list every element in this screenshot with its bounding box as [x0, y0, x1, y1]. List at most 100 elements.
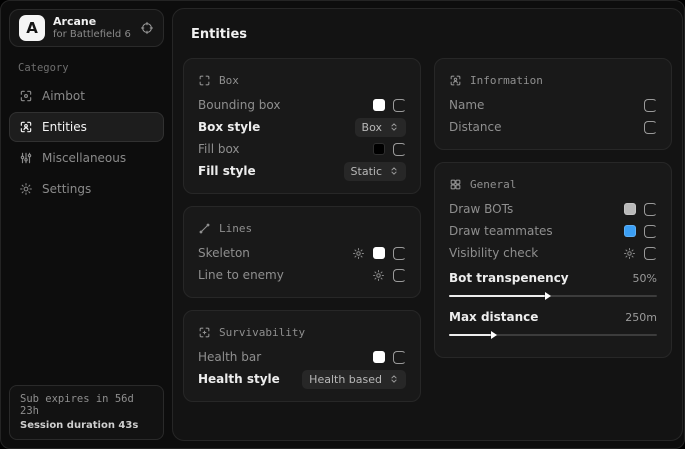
setting-row-bounding-box: Bounding box: [198, 94, 406, 116]
distance-checkbox[interactable]: [644, 121, 657, 134]
sub-expiry-text: Sub expires in 56d 23h: [20, 393, 153, 417]
setting-label: Fill style: [198, 164, 256, 178]
setting-row-fill-style: Fill style Static: [198, 160, 406, 182]
box-card: Box Bounding box Box style Box: [183, 58, 421, 194]
sidebar-item-label: Miscellaneous: [42, 151, 126, 165]
setting-row-box-style: Box style Box: [198, 116, 406, 138]
sidebar-item-entities[interactable]: Entities: [9, 112, 164, 142]
setting-row-health-style: Health style Health based: [198, 368, 406, 390]
setting-label: Bounding box: [198, 98, 280, 112]
slider-value: 250m: [625, 311, 657, 324]
setting-row-draw-teammates: Draw teammates: [449, 220, 657, 242]
setting-label: Health bar: [198, 350, 261, 364]
app-window: A Arcane for Battlefield 6 Category Aimb…: [0, 0, 685, 449]
setting-label: Box style: [198, 120, 260, 134]
survivability-card-title: Survivability: [219, 326, 305, 339]
color-swatch[interactable]: [373, 99, 385, 111]
information-card-header: Information: [449, 68, 657, 92]
general-card: General Draw BOTs Draw teammates: [434, 162, 672, 358]
setting-label: Draw teammates: [449, 224, 553, 238]
setting-row-draw-bots: Draw BOTs: [449, 198, 657, 220]
draw-teammates-checkbox[interactable]: [644, 225, 657, 238]
health-bar-checkbox[interactable]: [393, 351, 406, 364]
health-style-dropdown[interactable]: Health based: [302, 370, 406, 389]
max-distance-group: Max distance 250m: [449, 307, 657, 336]
crosshair-icon: [19, 89, 33, 103]
lines-card-title: Lines: [219, 222, 252, 235]
survivability-card: Survivability Health bar Health style: [183, 310, 421, 402]
setting-row-visibility-check: Visibility check: [449, 242, 657, 264]
lines-card-header: Lines: [198, 216, 406, 240]
general-card-header: General: [449, 172, 657, 196]
setting-label: Visibility check: [449, 246, 538, 260]
dropdown-value: Health based: [309, 373, 382, 386]
bot-transparency-slider[interactable]: [449, 295, 657, 297]
visibility-check-checkbox[interactable]: [644, 247, 657, 260]
sidebar-item-settings[interactable]: Settings: [9, 174, 164, 204]
setting-row-line-to-enemy: Line to enemy: [198, 264, 406, 286]
setting-row-name: Name: [449, 94, 657, 116]
target-icon[interactable]: [140, 21, 154, 35]
color-swatch[interactable]: [624, 225, 636, 237]
sliders-icon: [19, 151, 33, 165]
slider-fill: [449, 334, 491, 336]
setting-label: Name: [449, 98, 484, 112]
line-to-enemy-checkbox[interactable]: [393, 269, 406, 282]
information-card: Information Name Distance: [434, 58, 672, 150]
general-card-title: General: [470, 178, 516, 191]
gear-icon: [19, 182, 33, 196]
color-swatch[interactable]: [373, 143, 385, 155]
slider-label: Bot transpenency: [449, 271, 569, 285]
color-swatch[interactable]: [624, 203, 636, 215]
fill-box-checkbox[interactable]: [393, 143, 406, 156]
chevrons-up-down-icon: [389, 374, 399, 384]
information-card-title: Information: [470, 74, 543, 87]
draw-bots-checkbox[interactable]: [644, 203, 657, 216]
setting-row-distance: Distance: [449, 116, 657, 138]
sidebar-item-miscellaneous[interactable]: Miscellaneous: [9, 143, 164, 173]
setting-label: Distance: [449, 120, 501, 134]
setting-label: Line to enemy: [198, 268, 284, 282]
category-label: Category: [18, 62, 164, 74]
app-title-block: Arcane for Battlefield 6: [53, 15, 131, 41]
info-scan-icon: [449, 74, 462, 87]
app-header-card: A Arcane for Battlefield 6: [9, 9, 164, 47]
slider-fill: [449, 295, 545, 297]
slider-label: Max distance: [449, 310, 538, 324]
gear-icon[interactable]: [372, 269, 385, 282]
sidebar-item-label: Aimbot: [42, 89, 85, 103]
fill-style-dropdown[interactable]: Static: [344, 162, 406, 181]
setting-label: Skeleton: [198, 246, 250, 260]
right-column: Information Name Distance: [434, 58, 672, 402]
box-card-title: Box: [219, 74, 239, 87]
app-name: Arcane: [53, 15, 131, 29]
app-subtitle: for Battlefield 6: [53, 29, 131, 42]
color-swatch[interactable]: [373, 351, 385, 363]
slider-value: 50%: [633, 272, 657, 285]
session-duration-text: Session duration 43s: [20, 420, 153, 431]
settings-columns: Box Bounding box Box style Box: [183, 58, 672, 402]
left-column: Box Bounding box Box style Box: [183, 58, 421, 402]
setting-row-fill-box: Fill box: [198, 138, 406, 160]
bot-transparency-group: Bot transpenency 50%: [449, 268, 657, 297]
gear-icon[interactable]: [352, 247, 365, 260]
subscription-info-card: Sub expires in 56d 23h Session duration …: [9, 385, 164, 440]
name-checkbox[interactable]: [644, 99, 657, 112]
sidebar: A Arcane for Battlefield 6 Category Aimb…: [1, 1, 172, 448]
entities-scan-icon: [19, 120, 33, 134]
skeleton-checkbox[interactable]: [393, 247, 406, 260]
setting-label: Fill box: [198, 142, 240, 156]
max-distance-slider[interactable]: [449, 334, 657, 336]
dropdown-value: Box: [362, 121, 382, 134]
page-title: Entities: [191, 27, 672, 42]
gear-icon[interactable]: [623, 247, 636, 260]
sidebar-item-label: Entities: [42, 120, 87, 134]
main-panel: Entities Box Bounding box: [172, 8, 683, 441]
box-style-dropdown[interactable]: Box: [355, 118, 406, 137]
dropdown-value: Static: [351, 165, 382, 178]
color-swatch[interactable]: [373, 247, 385, 259]
line-icon: [198, 222, 211, 235]
sidebar-item-aimbot[interactable]: Aimbot: [9, 81, 164, 111]
setting-row-health-bar: Health bar: [198, 346, 406, 368]
bounding-box-checkbox[interactable]: [393, 99, 406, 112]
